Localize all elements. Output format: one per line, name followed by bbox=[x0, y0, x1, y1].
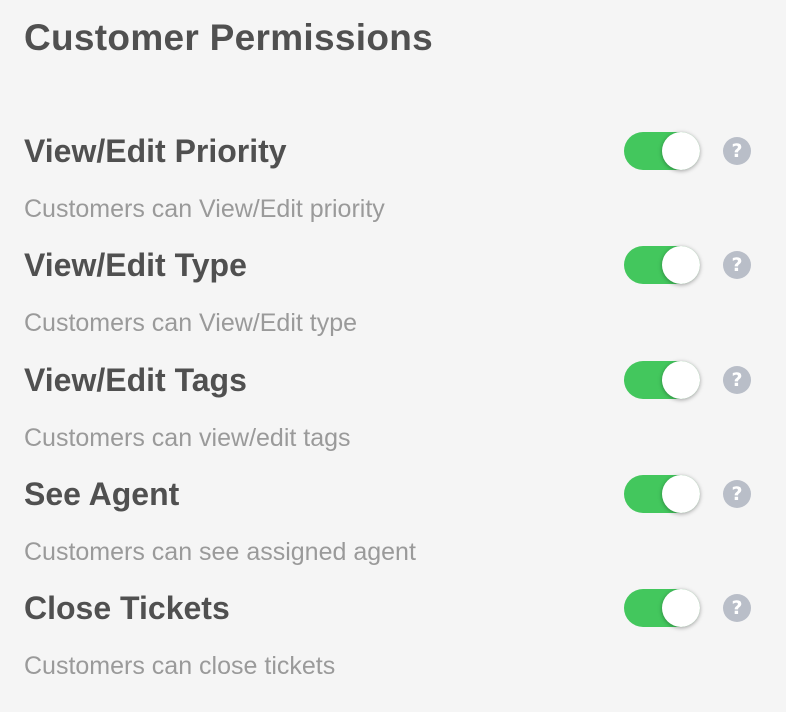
help-icon[interactable]: ? bbox=[723, 251, 751, 279]
permission-description: Customers can close tickets bbox=[24, 652, 336, 680]
see-agent-toggle[interactable] bbox=[624, 475, 700, 513]
toggle-knob bbox=[662, 132, 700, 170]
toggle-knob bbox=[662, 246, 700, 284]
permission-description: Customers can view/edit tags bbox=[24, 424, 351, 452]
permission-description: Customers can View/Edit priority bbox=[24, 195, 385, 223]
permission-description: Customers can see assigned agent bbox=[24, 538, 416, 566]
permission-title: See Agent bbox=[24, 476, 180, 512]
toggle-knob bbox=[662, 361, 700, 399]
help-icon[interactable]: ? bbox=[723, 137, 751, 165]
permission-row-view-edit-tags: View/Edit Tags ? Customers can view/edit… bbox=[0, 360, 786, 474]
customer-permissions-panel: Customer Permissions View/Edit Priority … bbox=[0, 0, 786, 712]
view-edit-type-toggle[interactable] bbox=[624, 246, 700, 284]
permission-row-close-tickets: Close Tickets ? Customers can close tick… bbox=[0, 588, 786, 702]
permission-row-view-edit-type: View/Edit Type ? Customers can View/Edit… bbox=[0, 245, 786, 359]
permission-title: Close Tickets bbox=[24, 590, 230, 626]
permission-row-view-edit-priority: View/Edit Priority ? Customers can View/… bbox=[0, 131, 786, 245]
view-edit-priority-toggle[interactable] bbox=[624, 132, 700, 170]
close-tickets-toggle[interactable] bbox=[624, 589, 700, 627]
help-icon[interactable]: ? bbox=[723, 594, 751, 622]
view-edit-tags-toggle[interactable] bbox=[624, 361, 700, 399]
permission-description: Customers can View/Edit type bbox=[24, 309, 358, 337]
toggle-knob bbox=[662, 475, 700, 513]
permission-title: View/Edit Priority bbox=[24, 133, 287, 169]
permission-title: View/Edit Type bbox=[24, 247, 247, 283]
help-icon[interactable]: ? bbox=[723, 366, 751, 394]
help-icon[interactable]: ? bbox=[723, 480, 751, 508]
page-title: Customer Permissions bbox=[24, 17, 434, 58]
permission-title: View/Edit Tags bbox=[24, 362, 247, 398]
permission-row-see-agent: See Agent ? Customers can see assigned a… bbox=[0, 474, 786, 588]
toggle-knob bbox=[662, 589, 700, 627]
